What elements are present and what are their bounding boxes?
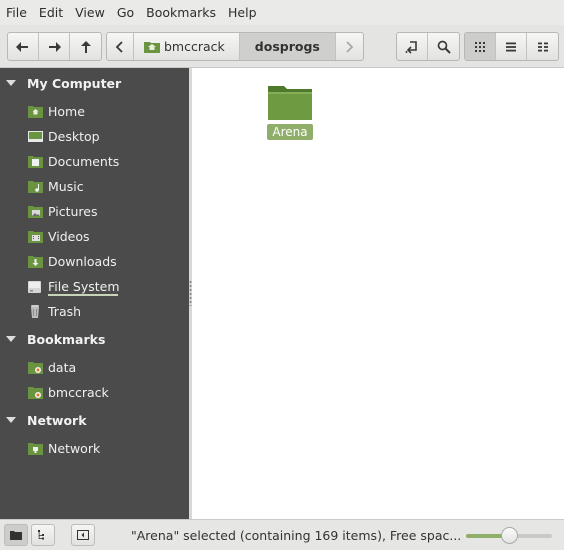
chevron-right-icon bbox=[346, 40, 354, 53]
arrow-up-icon bbox=[80, 40, 91, 53]
sidebar-toggle-icon bbox=[77, 530, 89, 540]
search-icon bbox=[437, 40, 451, 54]
expander-down-icon bbox=[6, 80, 16, 86]
zoom-slider[interactable] bbox=[466, 527, 552, 544]
bookmark-folder-icon bbox=[28, 361, 43, 374]
menu-view[interactable]: View bbox=[75, 5, 105, 20]
file-system-usage-bar bbox=[48, 294, 118, 296]
music-folder-icon bbox=[28, 180, 43, 193]
expander-down-icon bbox=[6, 417, 16, 423]
toolbar: bmccrack dosprogs bbox=[0, 25, 564, 68]
home-folder-icon bbox=[144, 42, 160, 53]
trash-icon bbox=[31, 304, 39, 318]
list-view-button[interactable] bbox=[496, 33, 527, 60]
drive-icon bbox=[28, 280, 41, 293]
view-mode-buttons bbox=[464, 32, 559, 61]
sidebar: My Computer Home Desktop Documents Music… bbox=[0, 68, 189, 519]
sidebar-section-my-computer[interactable]: My Computer bbox=[0, 72, 121, 94]
documents-folder-icon bbox=[28, 155, 43, 168]
folder-icon bbox=[268, 86, 312, 120]
home-folder-icon bbox=[28, 105, 43, 118]
menu-help[interactable]: Help bbox=[228, 5, 257, 20]
sidebar-item-desktop[interactable]: Desktop bbox=[28, 125, 100, 147]
sidebar-item-trash[interactable]: Trash bbox=[28, 300, 81, 322]
compact-view-button[interactable] bbox=[527, 33, 558, 60]
network-icon bbox=[28, 442, 43, 455]
breadcrumb-next-button[interactable] bbox=[336, 33, 363, 60]
navigation-buttons bbox=[7, 32, 102, 61]
sidebar-item-home[interactable]: Home bbox=[28, 100, 85, 122]
menu-bookmarks[interactable]: Bookmarks bbox=[146, 5, 216, 20]
pictures-folder-icon bbox=[28, 205, 43, 218]
breadcrumb-item-bmccrack[interactable]: bmccrack bbox=[134, 33, 240, 60]
menu-go[interactable]: Go bbox=[117, 5, 134, 20]
sidebar-item-data[interactable]: data bbox=[28, 356, 76, 378]
desktop-icon bbox=[28, 130, 43, 142]
sidebar-item-documents[interactable]: Documents bbox=[28, 150, 119, 172]
sidebar-item-music[interactable]: Music bbox=[28, 175, 84, 197]
back-button[interactable] bbox=[8, 33, 39, 60]
forward-button[interactable] bbox=[39, 33, 70, 60]
chevron-left-icon bbox=[115, 40, 123, 53]
arrow-right-icon bbox=[49, 41, 61, 52]
folder-icon bbox=[10, 531, 22, 540]
file-view[interactable]: Arena bbox=[192, 68, 564, 519]
breadcrumb-prev-button[interactable] bbox=[107, 33, 134, 60]
breadcrumb-item-dosprogs[interactable]: dosprogs bbox=[239, 33, 336, 60]
icon-view-button[interactable] bbox=[465, 33, 496, 60]
menu-bar: File Edit View Go Bookmarks Help bbox=[0, 0, 564, 25]
sidebar-section-network[interactable]: Network bbox=[0, 409, 87, 431]
status-bar: "Arena" selected (containing 169 items),… bbox=[0, 519, 564, 550]
bookmark-folder-icon bbox=[28, 386, 43, 399]
location-toggle-icon bbox=[405, 40, 417, 54]
show-treeview-button[interactable] bbox=[31, 524, 55, 546]
icon-view-icon bbox=[475, 41, 485, 52]
sidebar-section-bookmarks[interactable]: Bookmarks bbox=[0, 328, 105, 350]
sidebar-item-videos[interactable]: Videos bbox=[28, 225, 90, 247]
location-search-buttons bbox=[396, 32, 460, 61]
file-label: Arena bbox=[267, 124, 313, 140]
sidebar-item-pictures[interactable]: Pictures bbox=[28, 200, 98, 222]
sidebar-item-network[interactable]: Network bbox=[28, 437, 100, 459]
expander-down-icon bbox=[6, 336, 16, 342]
hide-sidebar-button[interactable] bbox=[71, 524, 95, 546]
file-item-arena[interactable]: Arena bbox=[265, 82, 315, 140]
menu-file[interactable]: File bbox=[6, 5, 27, 20]
show-places-button[interactable] bbox=[4, 524, 28, 546]
up-button[interactable] bbox=[70, 33, 101, 60]
tree-view-icon bbox=[38, 530, 44, 540]
menu-edit[interactable]: Edit bbox=[39, 5, 63, 20]
videos-folder-icon bbox=[28, 230, 43, 243]
sidebar-item-downloads[interactable]: Downloads bbox=[28, 250, 117, 272]
compact-view-icon bbox=[537, 42, 548, 51]
zoom-slider-handle[interactable] bbox=[500, 527, 518, 544]
arrow-left-icon bbox=[16, 41, 28, 52]
status-text: "Arena" selected (containing 169 items),… bbox=[131, 528, 462, 543]
breadcrumb: bmccrack dosprogs bbox=[106, 32, 364, 61]
sidebar-item-bmccrack[interactable]: bmccrack bbox=[28, 381, 109, 403]
list-view-icon bbox=[506, 42, 516, 51]
search-button[interactable] bbox=[428, 33, 459, 60]
downloads-folder-icon bbox=[28, 255, 43, 268]
toggle-location-button[interactable] bbox=[397, 33, 428, 60]
